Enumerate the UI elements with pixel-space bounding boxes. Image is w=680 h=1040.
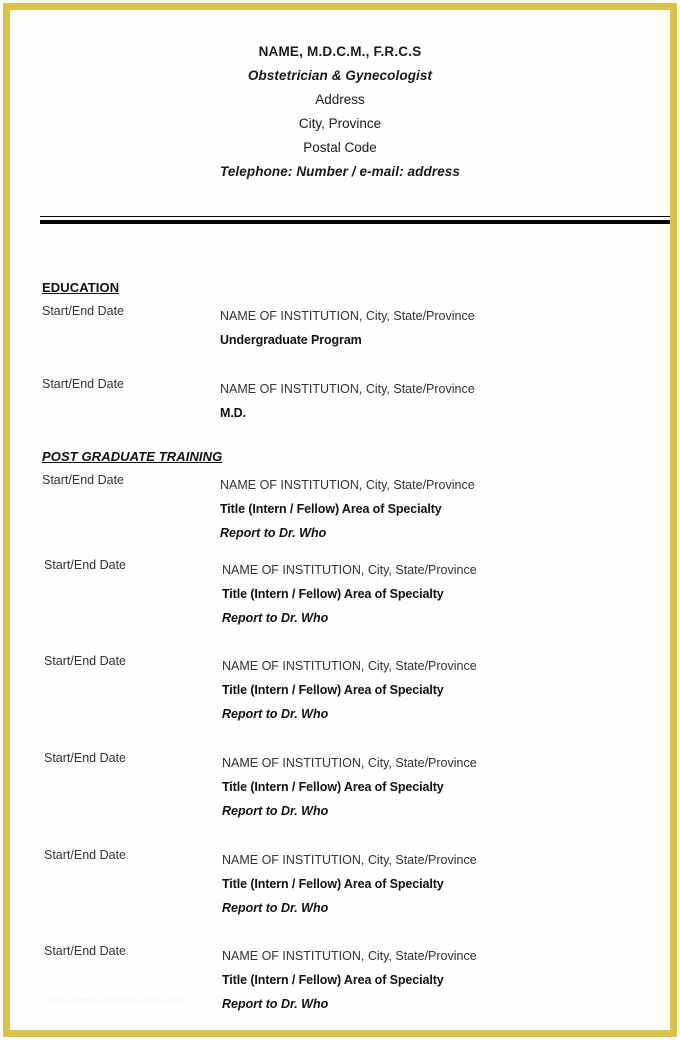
- page-canvas: NAME, M.D.C.M., F.R.C.S Obstetrician & G…: [0, 0, 680, 1040]
- entry-date: Start/End Date: [44, 558, 126, 572]
- entry-report-to: Report to Dr. Who: [222, 997, 329, 1011]
- entry-date: Start/End Date: [42, 304, 124, 318]
- entry-title: Title (Intern / Fellow) Area of Specialt…: [222, 683, 444, 697]
- entry-institution: NAME OF INSTITUTION, City, State/Provinc…: [220, 478, 475, 492]
- entry-report-to: Report to Dr. Who: [222, 707, 329, 721]
- entry-title: Title (Intern / Fellow) Area of Specialt…: [222, 877, 444, 891]
- entry-detail: NAME OF INSTITUTION, City, State/Provinc…: [222, 848, 477, 920]
- entry-date: Start/End Date: [42, 377, 124, 391]
- entry-title: M.D.: [220, 406, 246, 420]
- entry-institution: NAME OF INSTITUTION, City, State/Provinc…: [222, 756, 477, 770]
- entry-detail: NAME OF INSTITUTION, City, State/Provinc…: [220, 304, 475, 352]
- entry-institution: NAME OF INSTITUTION, City, State/Provinc…: [222, 563, 477, 577]
- entry-date: Start/End Date: [44, 751, 126, 765]
- entry-detail: NAME OF INSTITUTION, City, State/Provinc…: [220, 473, 475, 545]
- entry-date: Start/End Date: [44, 654, 126, 668]
- entry-date: Start/End Date: [42, 473, 124, 487]
- entry-date: Start/End Date: [44, 944, 126, 958]
- entry-title: Title (Intern / Fellow) Area of Specialt…: [222, 973, 444, 987]
- section-heading-education: EDUCATION: [42, 280, 120, 295]
- entry-institution: NAME OF INSTITUTION, City, State/Provinc…: [222, 949, 477, 963]
- entry-report-to: Report to Dr. Who: [222, 804, 329, 818]
- entry-detail: NAME OF INSTITUTION, City, State/Provinc…: [220, 377, 475, 425]
- entry-title: Title (Intern / Fellow) Area of Specialt…: [222, 780, 444, 794]
- entry-title: Title (Intern / Fellow) Area of Specialt…: [222, 587, 444, 601]
- entry-institution: NAME OF INSTITUTION, City, State/Provinc…: [220, 382, 475, 396]
- entry-report-to: Report to Dr. Who: [222, 901, 329, 915]
- cv-body: EDUCATION Start/End Date NAME OF INSTITUTI…: [10, 10, 670, 1030]
- gold-page-frame: NAME, M.D.C.M., F.R.C.S Obstetrician & G…: [3, 3, 677, 1037]
- entry-report-to: Report to Dr. Who: [220, 526, 327, 540]
- entry-detail: NAME OF INSTITUTION, City, State/Provinc…: [222, 654, 477, 726]
- entry-institution: NAME OF INSTITUTION, City, State/Provinc…: [220, 309, 475, 323]
- entry-report-to: Report to Dr. Who: [222, 611, 329, 625]
- entry-institution: NAME OF INSTITUTION, City, State/Provinc…: [222, 853, 477, 867]
- entry-detail: NAME OF INSTITUTION, City, State/Provinc…: [222, 944, 477, 1016]
- document-sheet: NAME, M.D.C.M., F.R.C.S Obstetrician & G…: [10, 10, 670, 1030]
- entry-detail: NAME OF INSTITUTION, City, State/Provinc…: [222, 558, 477, 630]
- source-watermark: www.example-template-source.com: [48, 996, 185, 1005]
- entry-title: Title (Intern / Fellow) Area of Specialt…: [220, 502, 442, 516]
- section-heading-post-graduate-training: POST GRADUATE TRAINING: [42, 449, 223, 464]
- entry-detail: NAME OF INSTITUTION, City, State/Provinc…: [222, 751, 477, 823]
- entry-institution: NAME OF INSTITUTION, City, State/Provinc…: [222, 659, 477, 673]
- entry-title: Undergraduate Program: [220, 333, 362, 347]
- entry-date: Start/End Date: [44, 848, 126, 862]
